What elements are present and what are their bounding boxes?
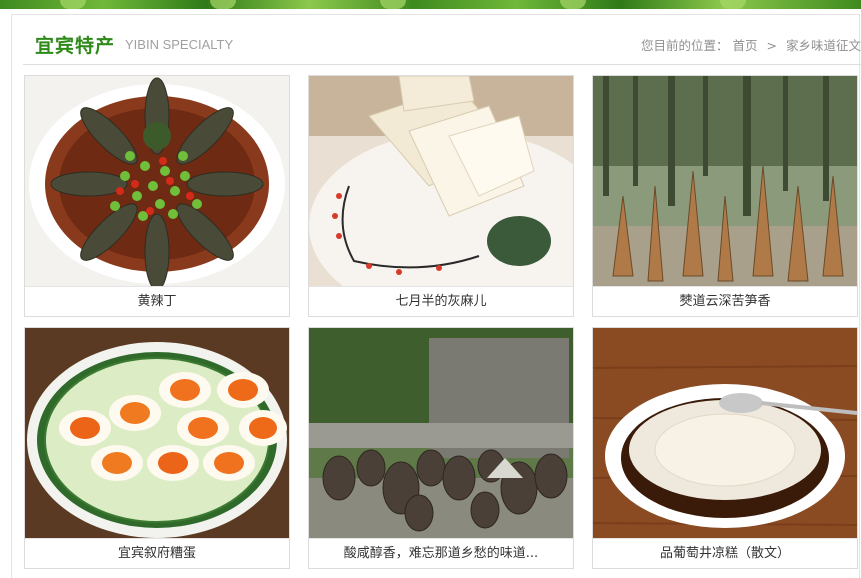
article-title[interactable]: 黄辣丁 — [25, 286, 289, 316]
top-banner — [0, 0, 861, 9]
breadcrumb: 您目前的位置： 首页 > 家乡味道征文 — [641, 35, 861, 54]
salted-eggs-photo[interactable] — [25, 328, 289, 538]
pickle-jars-photo[interactable] — [309, 328, 573, 538]
article-title[interactable]: 宜宾叙府糟蛋 — [25, 538, 289, 568]
article-card[interactable]: 黄辣丁 — [24, 75, 290, 317]
section-title-en: YIBIN SPECIALTY — [125, 37, 234, 52]
article-card[interactable]: 僰道云深苦笋香 — [592, 75, 858, 317]
tofu-photo[interactable] — [309, 76, 573, 286]
content-panel: 宜宾特产 YIBIN SPECIALTY 您目前的位置： 首页 > 家乡味道征文 — [11, 14, 861, 578]
fish-dish-photo[interactable] — [25, 76, 289, 286]
article-card[interactable]: 七月半的灰麻儿 — [308, 75, 574, 317]
article-title[interactable]: 僰道云深苦笋香 — [593, 286, 857, 316]
section-title: 宜宾特产 — [35, 35, 116, 57]
article-title[interactable]: 酸咸醇香，难忘那道乡愁的味道... — [309, 538, 573, 568]
jelly-cake-photo[interactable] — [593, 328, 857, 538]
breadcrumb-home-link[interactable]: 首页 — [733, 38, 758, 53]
article-title[interactable]: 七月半的灰麻儿 — [309, 286, 573, 316]
article-card[interactable]: 宜宾叙府糟蛋 — [24, 327, 290, 569]
breadcrumb-prefix: 您目前的位置： — [641, 38, 729, 53]
breadcrumb-separator: > — [766, 38, 777, 53]
section-header: 宜宾特产 YIBIN SPECIALTY 您目前的位置： 首页 > 家乡味道征文 — [23, 15, 861, 65]
article-card[interactable]: 品葡萄井凉糕（散文） — [592, 327, 858, 569]
breadcrumb-current-link[interactable]: 家乡味道征文 — [786, 38, 861, 53]
article-title[interactable]: 品葡萄井凉糕（散文） — [593, 538, 857, 568]
bamboo-shoots-photo[interactable] — [593, 76, 857, 286]
article-card[interactable]: 酸咸醇香，难忘那道乡愁的味道... — [308, 327, 574, 569]
